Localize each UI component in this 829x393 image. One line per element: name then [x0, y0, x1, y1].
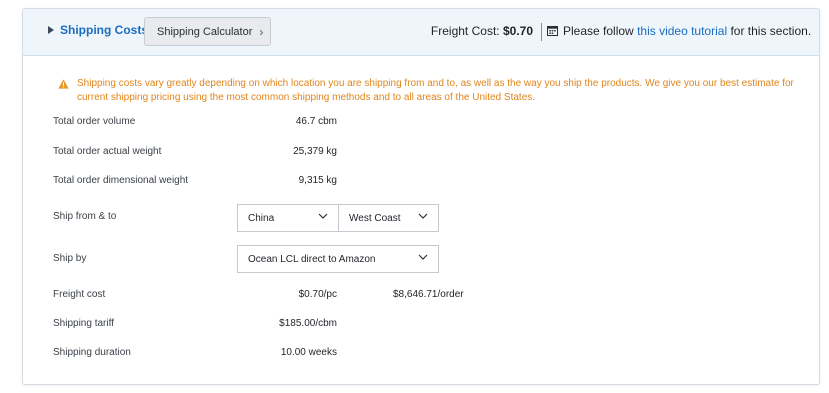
- ship-from-value: China: [248, 212, 275, 224]
- freight-cost-row-label: Freight cost: [53, 289, 106, 300]
- chevron-right-icon: ›: [259, 24, 264, 39]
- panel-header: Shipping Costs Shipping Calculator › Fre…: [23, 9, 819, 56]
- chevron-down-icon: [418, 254, 428, 260]
- header-divider: [541, 23, 542, 41]
- shipping-tariff-label: Shipping tariff: [53, 318, 114, 329]
- calendar-icon: [547, 26, 558, 36]
- tutorial-note: Please follow this video tutorial for th…: [563, 24, 811, 38]
- ship-to-value: West Coast: [349, 212, 401, 224]
- freight-cost-per-pc: $0.70/pc: [298, 289, 337, 300]
- dimensional-weight-label: Total order dimensional weight: [53, 175, 189, 186]
- section-title[interactable]: Shipping Costs: [60, 23, 148, 37]
- shipping-costs-panel: Shipping Costs Shipping Calculator › Fre…: [22, 8, 820, 385]
- shipping-duration-value: 10.00 weeks: [280, 347, 337, 358]
- freight-cost-per-order: $8,646.71/order: [393, 289, 464, 300]
- shipping-duration-label: Shipping duration: [53, 347, 131, 358]
- shipping-calculator-label: Shipping Calculator: [157, 25, 253, 38]
- tutorial-suffix: for this section.: [730, 24, 812, 38]
- ship-by-label: Ship by: [53, 253, 87, 264]
- chevron-down-icon: [318, 213, 328, 219]
- actual-weight-value: 25,379 kg: [293, 146, 337, 157]
- ship-by-value: Ocean LCL direct to Amazon: [248, 253, 376, 265]
- tutorial-prefix: Please follow: [563, 24, 634, 38]
- warning-triangle-icon: [58, 79, 69, 89]
- freight-cost-value: $0.70: [502, 24, 533, 38]
- expand-triangle-icon[interactable]: [48, 26, 54, 34]
- dimensional-weight-value: 9,315 kg: [298, 175, 337, 186]
- video-tutorial-link[interactable]: this video tutorial: [637, 24, 727, 38]
- freight-cost-summary: Freight Cost: $0.70: [431, 24, 533, 38]
- ship-from-to-label: Ship from & to: [53, 211, 117, 222]
- order-volume-label: Total order volume: [53, 116, 136, 127]
- shipping-warning-text: Shipping costs vary greatly depending on…: [77, 78, 794, 103]
- freight-cost-label: Freight Cost:: [430, 24, 500, 38]
- chevron-down-icon: [418, 213, 428, 219]
- shipping-calculator-button[interactable]: Shipping Calculator ›: [144, 17, 271, 46]
- shipping-tariff-value: $185.00/cbm: [279, 318, 337, 329]
- ship-by-select[interactable]: Ocean LCL direct to Amazon: [237, 245, 439, 273]
- actual-weight-label: Total order actual weight: [53, 146, 162, 157]
- order-volume-value: 46.7 cbm: [295, 116, 337, 127]
- ship-to-select[interactable]: West Coast: [338, 204, 439, 232]
- ship-from-select[interactable]: China: [237, 204, 339, 232]
